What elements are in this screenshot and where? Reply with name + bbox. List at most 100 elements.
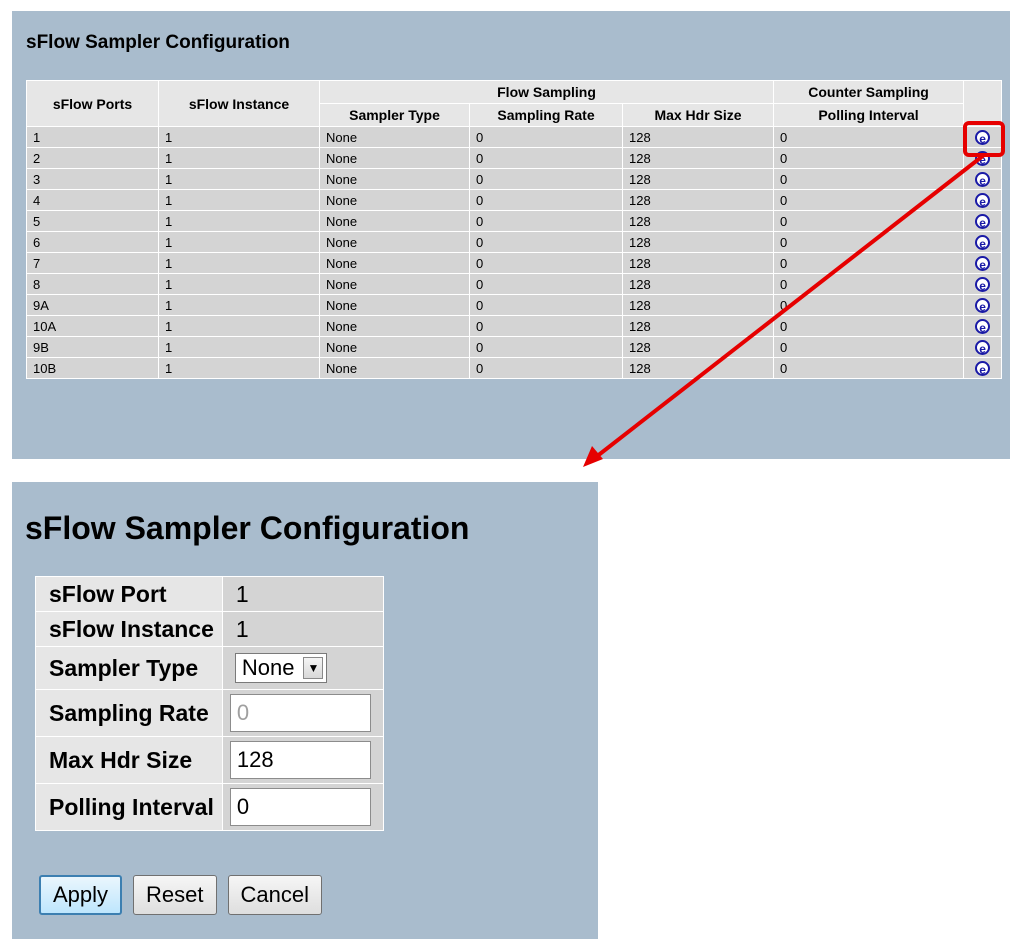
cell-sampling-rate: 0 [469, 315, 623, 337]
cell-polling-interval: 0 [773, 336, 965, 358]
cell-sampler-type: None [319, 231, 470, 253]
cell-polling-interval: 0 [773, 189, 965, 211]
cell-instance: 1 [158, 294, 320, 316]
cell-sampler-type: None [319, 273, 470, 295]
cell-sampling-rate: 0 [469, 252, 623, 274]
cell-edit: e [963, 252, 1003, 274]
cell-max-hdr-size: 128 [621, 336, 775, 358]
col-header-sampler-type: Sampler Type [319, 103, 470, 127]
polling-interval-label: Polling Interval [35, 783, 223, 831]
apply-button[interactable]: Apply [39, 875, 123, 915]
cell-max-hdr-size: 128 [621, 126, 775, 148]
cell-instance: 1 [158, 336, 320, 358]
cell-port: 4 [26, 189, 159, 211]
sampling-rate-cell [221, 689, 384, 737]
cell-sampling-rate: 0 [469, 357, 623, 379]
cell-sampling-rate: 0 [469, 168, 623, 190]
edit-icon[interactable]: e [975, 235, 991, 251]
cell-edit: e [963, 126, 1003, 148]
cell-sampler-type: None [319, 357, 470, 379]
col-header-sampling-rate: Sampling Rate [469, 103, 623, 127]
cell-port: 5 [26, 210, 159, 232]
cell-instance: 1 [158, 315, 320, 337]
sampler-type-select[interactable]: None ▼ [234, 653, 328, 683]
cell-max-hdr-size: 128 [621, 357, 775, 379]
col-header-instance: sFlow Instance [158, 80, 320, 127]
cell-sampling-rate: 0 [469, 294, 623, 316]
cell-port: 10A [26, 315, 159, 337]
table-row: 2 1 None 0 128 0 e [26, 147, 1003, 169]
edit-icon[interactable]: e [975, 151, 991, 167]
chevron-down-icon[interactable]: ▼ [303, 657, 324, 679]
cell-edit: e [963, 357, 1003, 379]
cell-sampler-type: None [319, 189, 470, 211]
page-title: sFlow Sampler Configuration [26, 32, 290, 53]
cell-polling-interval: 0 [773, 357, 965, 379]
cell-max-hdr-size: 128 [621, 231, 775, 253]
cell-sampling-rate: 0 [469, 336, 623, 358]
cell-max-hdr-size: 128 [621, 210, 775, 232]
cell-max-hdr-size: 128 [621, 189, 775, 211]
cell-sampling-rate: 0 [469, 210, 623, 232]
cell-edit: e [963, 315, 1003, 337]
port-value: 1 [221, 576, 384, 612]
edit-icon[interactable]: e [975, 130, 991, 146]
max-hdr-size-cell [221, 736, 384, 784]
table-row: 7 1 None 0 128 0 e [26, 252, 1003, 274]
cell-max-hdr-size: 128 [621, 147, 775, 169]
cell-sampling-rate: 0 [469, 189, 623, 211]
cancel-button[interactable]: Cancel [227, 875, 323, 915]
cell-port: 10B [26, 357, 159, 379]
cell-max-hdr-size: 128 [621, 294, 775, 316]
cell-sampler-type: None [319, 210, 470, 232]
table-row: 8 1 None 0 128 0 e [26, 273, 1003, 295]
edit-icon[interactable]: e [975, 214, 991, 230]
cell-edit: e [963, 189, 1003, 211]
cell-sampler-type: None [319, 336, 470, 358]
polling-interval-cell [221, 783, 384, 831]
cell-sampling-rate: 0 [469, 273, 623, 295]
sampler-type-cell: None ▼ [221, 646, 384, 690]
cell-polling-interval: 0 [773, 315, 965, 337]
edit-icon[interactable]: e [975, 319, 991, 335]
cell-instance: 1 [158, 273, 320, 295]
cell-sampling-rate: 0 [469, 126, 623, 148]
max-hdr-size-label: Max Hdr Size [35, 736, 223, 784]
max-hdr-size-input[interactable] [229, 741, 371, 779]
cell-polling-interval: 0 [773, 294, 965, 316]
cell-edit: e [963, 210, 1003, 232]
edit-icon[interactable]: e [975, 277, 991, 293]
detail-panel: sFlow Sampler Configuration sFlow Port 1… [12, 482, 598, 939]
cell-sampler-type: None [319, 294, 470, 316]
edit-icon[interactable]: e [975, 298, 991, 314]
cell-polling-interval: 0 [773, 273, 965, 295]
cell-port: 1 [26, 126, 159, 148]
sampler-type-selected: None [241, 655, 295, 680]
cell-sampler-type: None [319, 168, 470, 190]
cell-port: 7 [26, 252, 159, 274]
cell-port: 8 [26, 273, 159, 295]
edit-icon[interactable]: e [975, 193, 991, 209]
polling-interval-input[interactable] [229, 788, 371, 826]
sampler-type-label: Sampler Type [35, 646, 223, 690]
cell-max-hdr-size: 128 [621, 168, 775, 190]
reset-button[interactable]: Reset [133, 875, 217, 915]
edit-icon[interactable]: e [975, 340, 991, 356]
cell-instance: 1 [158, 210, 320, 232]
cell-edit: e [963, 336, 1003, 358]
table-row: 10B 1 None 0 128 0 e [26, 357, 1003, 379]
sampler-detail-table: sFlow Port 1 sFlow Instance 1 Sampler Ty… [35, 576, 384, 831]
edit-icon[interactable]: e [975, 256, 991, 272]
cell-polling-interval: 0 [773, 231, 965, 253]
col-group-flow-sampling: Flow Sampling [318, 80, 775, 104]
sampling-rate-input[interactable] [229, 694, 371, 732]
sampler-rows: 1 1 None 0 128 0 e 2 1 None 0 128 0 e 3 1 None 0 128 0 e 4 1 No… [26, 126, 1003, 379]
col-header-ports: sFlow Ports [26, 80, 159, 127]
table-row: 9B 1 None 0 128 0 e [26, 336, 1003, 358]
edit-icon[interactable]: e [975, 172, 991, 188]
col-header-polling-interval: Polling Interval [773, 103, 965, 127]
edit-icon[interactable]: e [975, 361, 991, 377]
overview-panel: sFlow Sampler Configuration sFlow Ports … [12, 11, 1010, 459]
cell-port: 9A [26, 294, 159, 316]
cell-instance: 1 [158, 357, 320, 379]
